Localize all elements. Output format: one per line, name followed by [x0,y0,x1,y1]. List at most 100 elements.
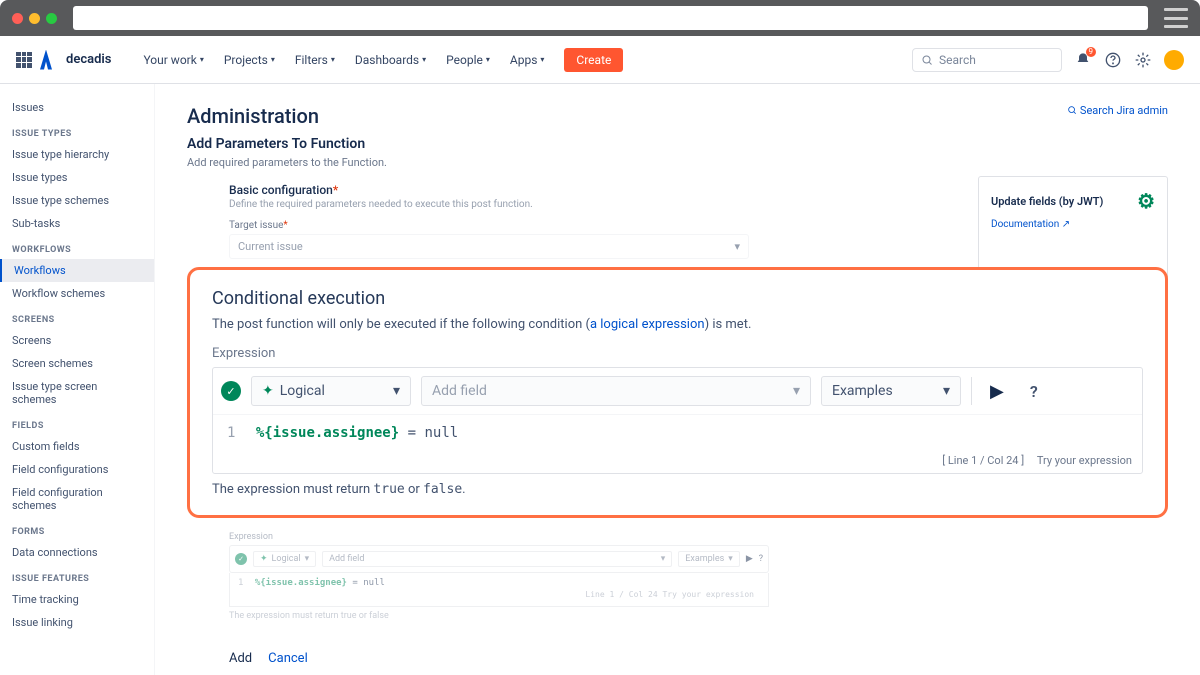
help-button[interactable]: ? [1022,382,1046,401]
page-description: Add required parameters to the Function. [187,156,1168,169]
sidebar-heading: ISSUE TYPES [0,119,154,143]
sidebar-item[interactable]: Screens [0,329,154,352]
sidebar-item[interactable]: Issue type hierarchy [0,143,154,166]
sidebar-heading: FIELDS [0,411,154,435]
help-icon[interactable] [1104,51,1122,69]
background-expression-section: Expression ✓ ✦Logical▾ Add field▾ Exampl… [229,532,769,621]
sparkle-icon: ✦ [262,383,274,399]
top-nav: decadis Your work▾ Projects▾ Filters▾ Da… [0,36,1200,84]
cursor-position: [ Line 1 / Col 24 ] [942,454,1024,467]
sidebar-item[interactable]: Screen schemes [0,352,154,375]
logical-mode-select[interactable]: ✦Logical ▾ [251,376,411,406]
sidebar-item[interactable]: Workflow schemes [0,282,154,305]
nav-apps[interactable]: Apps▾ [502,49,553,71]
page-title: Administration [187,104,1168,128]
main-content: Search Jira admin Administration Add Par… [155,84,1200,675]
try-expression-link[interactable]: Try your expression [1037,454,1132,467]
sidebar-item[interactable]: Time tracking [0,588,154,611]
panel-title: Update fields (by JWT) [991,195,1103,208]
examples-select[interactable]: Examples▾ [678,551,740,567]
app-switcher-icon[interactable] [16,52,32,68]
help-button[interactable]: ? [759,554,763,564]
search-icon [921,54,933,66]
line-number: 1 [227,425,235,441]
search-icon [1067,105,1077,115]
sidebar-item[interactable]: Issue types [0,166,154,189]
editor-toolbar: ✓ ✦Logical ▾ Add field ▾ Examples ▾ ▶ [213,368,1142,415]
maximize-window-button[interactable] [46,13,57,24]
logo[interactable]: decadis [40,50,111,70]
sidebar-item[interactable]: Custom fields [0,435,154,458]
global-search-input[interactable]: Search [912,48,1062,72]
create-button[interactable]: Create [564,48,623,72]
user-avatar[interactable] [1164,50,1184,70]
search-jira-admin-link[interactable]: Search Jira admin [1067,104,1168,117]
run-expression-button[interactable]: ▶ [982,381,1012,402]
chevron-down-icon: ▾ [943,383,950,399]
form-actions: Add Cancel [229,651,1168,666]
nav-filters[interactable]: Filters▾ [287,49,343,71]
editor-status-bar: [ Line 1 / Col 24 ] Try your expression [213,451,1142,473]
close-window-button[interactable] [12,13,23,24]
chevron-down-icon: ▾ [734,240,740,253]
chevron-down-icon: ▾ [200,55,204,64]
logical-mode-select[interactable]: ✦Logical▾ [253,551,316,567]
chevron-down-icon: ▾ [422,55,426,64]
nav-people[interactable]: People▾ [438,49,498,71]
add-field-select[interactable]: Add field▾ [322,551,672,567]
notifications-icon[interactable]: 9 [1074,51,1092,69]
validation-check-icon: ✓ [235,553,247,565]
logo-mark-icon [40,50,60,70]
examples-select[interactable]: Examples ▾ [821,376,961,406]
target-issue-select[interactable]: Current issue ▾ [229,234,749,259]
sidebar-item[interactable]: Field configurations [0,458,154,481]
logical-expression-link[interactable]: a logical expression [590,317,705,332]
notification-badge: 9 [1086,47,1097,57]
settings-icon[interactable] [1134,51,1152,69]
url-bar[interactable] [73,6,1148,30]
callout-description: The post function will only be executed … [212,317,1143,332]
toolbar-separator [971,377,972,405]
admin-sidebar: Issues ISSUE TYPES Issue type hierarchy … [0,84,155,675]
chevron-down-icon: ▾ [331,55,335,64]
sidebar-heading: FORMS [0,517,154,541]
browser-chrome [0,0,1200,36]
page-subtitle: Add Parameters To Function [187,136,1168,152]
chevron-down-icon: ▾ [393,383,400,399]
documentation-link[interactable]: Documentation ↗ [991,219,1070,230]
sidebar-item[interactable]: Issue type schemes [0,189,154,212]
sidebar-item[interactable]: Sub-tasks [0,212,154,235]
callout-title: Conditional execution [212,288,1143,309]
nav-your-work[interactable]: Your work▾ [135,49,211,71]
code-editor[interactable]: 1 %{issue.assignee} = null Line 1 / Col … [229,573,769,607]
sidebar-heading: SCREENS [0,305,154,329]
sidebar-item[interactable]: Issue linking [0,611,154,634]
sidebar-heading: WORKFLOWS [0,235,154,259]
chevron-down-icon: ▾ [540,55,544,64]
chevron-down-icon: ▾ [793,383,800,399]
expression-hint: The expression must return true or false… [212,482,1143,497]
cancel-button[interactable]: Cancel [268,651,308,666]
sidebar-item-issues[interactable]: Issues [0,96,154,119]
code-editor[interactable]: 1 %{issue.assignee} = null [213,415,1142,451]
add-field-select[interactable]: Add field ▾ [421,376,811,406]
nav-projects[interactable]: Projects▾ [216,49,283,71]
traffic-lights [12,13,57,24]
expression-editor: ✓ ✦Logical ▾ Add field ▾ Examples ▾ ▶ [212,367,1143,474]
expression-label: Expression [212,346,1143,361]
sidebar-item[interactable]: Field configuration schemes [0,481,154,517]
chevron-down-icon: ▾ [271,55,275,64]
sidebar-item-workflows[interactable]: Workflows [0,259,154,282]
sidebar-item[interactable]: Issue type screen schemes [0,375,154,411]
run-expression-button[interactable]: ▶ [746,554,753,564]
brand-name: decadis [66,52,111,67]
add-button[interactable]: Add [229,651,252,666]
sidebar-item[interactable]: Data connections [0,541,154,564]
code-rest: = null [399,425,458,441]
hamburger-icon[interactable] [1164,8,1188,28]
nav-dashboards[interactable]: Dashboards▾ [347,49,434,71]
minimize-window-button[interactable] [29,13,40,24]
code-variable: %{issue.assignee} [256,425,399,441]
validation-check-icon: ✓ [221,381,241,401]
gear-icon: ⚙ [1137,189,1155,213]
